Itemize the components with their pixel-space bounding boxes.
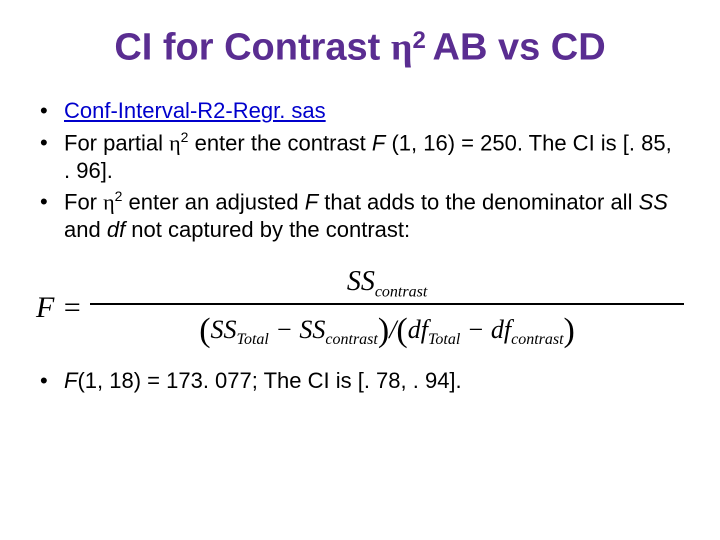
title-exponent: 2	[412, 27, 432, 54]
slide-title: CI for Contrast η2 AB vs CD	[30, 26, 690, 69]
den-open1: (	[199, 312, 210, 349]
b3-df: df	[107, 217, 125, 242]
den-sub2: contrast	[325, 331, 377, 348]
formula-block: F = SScontrast (SSTotal − SScontrast)/(d…	[30, 266, 690, 350]
num-SS: SS	[347, 266, 375, 297]
slide: CI for Contrast η2 AB vs CD Conf-Interva…	[0, 0, 720, 540]
b4-F: F	[64, 368, 77, 393]
formula-denominator: (SSTotal − SScontrast)/(dfTotal − dfcont…	[90, 303, 684, 349]
bullet-3: For η2 enter an adjusted F that adds to …	[38, 188, 682, 243]
bullet-2: For partial η2 enter the contrast F (1, …	[38, 129, 682, 184]
formula-fraction: SScontrast (SSTotal − SScontrast)/(dfTot…	[90, 266, 684, 350]
b3-eta: η	[103, 190, 115, 215]
title-part1: CI for Contrast	[114, 27, 391, 69]
den-open2: (	[396, 312, 407, 349]
den-sub3: Total	[428, 331, 460, 348]
b2-text-b: enter the contrast	[188, 130, 371, 155]
den-SS2: SS	[299, 315, 325, 344]
den-df1: df	[408, 315, 428, 344]
den-close2: )	[564, 312, 575, 349]
b3-F: F	[305, 190, 318, 215]
eta-symbol: η	[391, 27, 413, 69]
title-part2: AB vs CD	[433, 27, 606, 69]
num-sub: contrast	[375, 283, 427, 300]
den-sub1: Total	[237, 331, 269, 348]
b3-SS: SS	[639, 190, 668, 215]
b3-text-a: For	[64, 190, 103, 215]
formula-lhs: F =	[36, 291, 90, 325]
bullet-list: Conf-Interval-R2-Regr. sas For partial η…	[30, 97, 690, 243]
b2-F: F	[372, 130, 385, 155]
formula: F = SScontrast (SSTotal − SScontrast)/(d…	[36, 266, 684, 350]
file-link[interactable]: Conf-Interval-R2-Regr. sas	[64, 98, 326, 123]
b2-eta: η	[169, 130, 181, 155]
den-minus2: −	[460, 315, 491, 344]
den-minus1: −	[269, 315, 300, 344]
den-df2: df	[491, 315, 511, 344]
formula-numerator: SScontrast	[90, 266, 684, 304]
bullet-1: Conf-Interval-R2-Regr. sas	[38, 97, 682, 125]
b3-text-e: not captured by the contrast:	[125, 217, 410, 242]
den-SS1: SS	[211, 315, 237, 344]
b3-text-c: that adds to the denominator all	[318, 190, 638, 215]
den-sub4: contrast	[511, 331, 563, 348]
bullet-list-2: F(1, 18) = 173. 077; The CI is [. 78, . …	[30, 367, 690, 395]
b4-text-a: (1, 18) = 173. 077; The CI is [. 78, . 9…	[77, 368, 461, 393]
b3-text-b: enter an adjusted	[122, 190, 304, 215]
b3-text-d: and	[64, 217, 107, 242]
bullet-4: F(1, 18) = 173. 077; The CI is [. 78, . …	[38, 367, 682, 395]
den-close1: )	[378, 312, 389, 349]
b2-text-a: For partial	[64, 130, 169, 155]
